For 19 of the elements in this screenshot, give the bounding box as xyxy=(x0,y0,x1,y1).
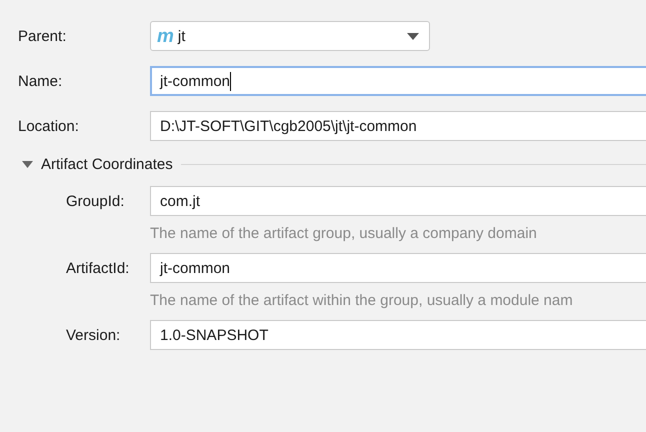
maven-icon: m xyxy=(157,26,174,46)
input-field[interactable]: jt-common xyxy=(150,253,646,283)
input-field[interactable]: D:\JT-SOFT\GIT\cgb2005\jt\jt-common xyxy=(150,111,646,141)
field-label: ArtifactId: xyxy=(66,260,130,276)
caret-icon xyxy=(407,32,419,40)
field-label: Location: xyxy=(18,118,80,134)
field-hint: The name of the artifact group, usually a company domain xyxy=(150,224,538,244)
field-label: Parent: xyxy=(18,28,68,44)
input-field[interactable]: jt-common xyxy=(150,66,646,96)
input-field[interactable]: com.jt xyxy=(150,186,646,216)
parent-dropdown[interactable]: m jt xyxy=(150,21,430,51)
field-label: GroupId: xyxy=(66,192,126,210)
collapse-icon[interactable] xyxy=(22,161,33,168)
field-label: Name: xyxy=(18,72,64,90)
field-hint: The name of the artifact within the group, usually a module nam xyxy=(150,291,574,311)
input-field[interactable]: 1.0-SNAPSHOT xyxy=(150,320,646,350)
text-cursor xyxy=(230,72,232,90)
section-title: Artifact Coordinates xyxy=(41,156,173,173)
field-label: Version: xyxy=(66,326,122,344)
